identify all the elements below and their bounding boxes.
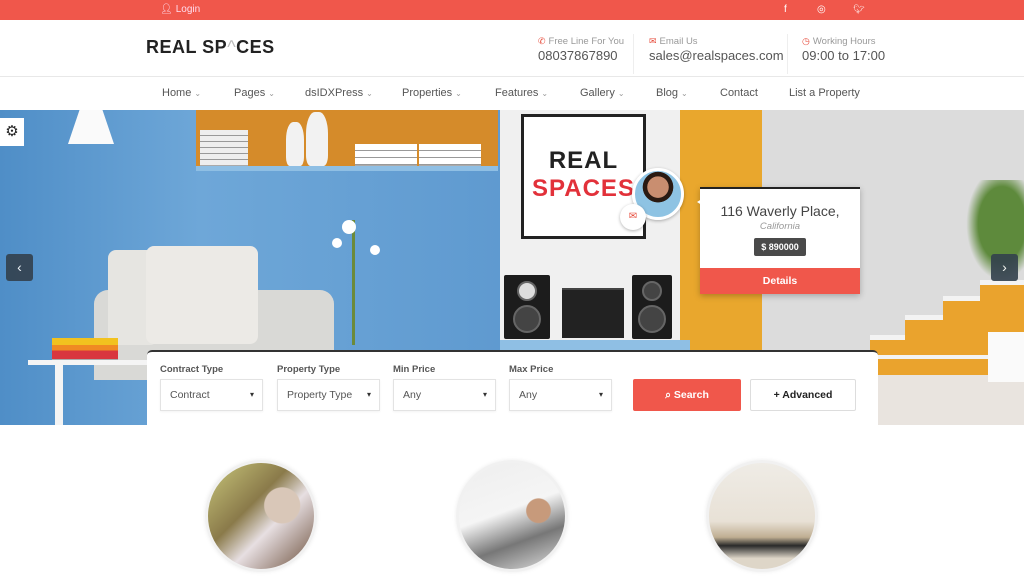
nav-item-properties[interactable]: Properties ⌄ — [402, 87, 462, 99]
nav-item-features[interactable]: Features ⌄ — [495, 87, 548, 99]
chevron-down-icon: ⌄ — [194, 89, 202, 98]
divider — [633, 34, 634, 74]
cushion — [146, 246, 258, 344]
caret-down-icon: ▾ — [598, 390, 603, 399]
chevron-down-icon: ⌄ — [617, 89, 625, 98]
site-header: REAL SP^CES ✆ Free Line For You 080378678… — [0, 20, 1024, 77]
business-meeting-image[interactable] — [456, 460, 568, 572]
shelf-ledge — [196, 166, 498, 171]
clock-icon: ◷ — [802, 36, 810, 46]
chevron-down-icon: ⌄ — [455, 89, 462, 98]
top-bar: 👤︎ Login f ◎ 🐦︎ — [0, 0, 1024, 20]
chevron-down-icon: ⌄ — [541, 89, 549, 98]
login-link[interactable]: 👤︎ Login — [160, 4, 200, 15]
property-card: 116 Waverly Place, California $ 890000 D… — [697, 187, 860, 294]
property-search-form: Contract Type Contract ▾ Property Type Pr… — [147, 350, 878, 425]
advanced-search-button[interactable]: + Advanced — [750, 379, 856, 411]
slider-next-button[interactable]: › — [991, 254, 1018, 281]
speaker-image — [632, 275, 672, 339]
flower — [332, 238, 342, 248]
twitter-icon[interactable]: 🐦︎ — [853, 4, 864, 15]
chevron-down-icon: ⌄ — [268, 89, 275, 98]
books-image — [52, 338, 118, 360]
max-price-select[interactable]: Any ▾ — [509, 379, 612, 411]
speaker-image — [504, 275, 550, 339]
site-logo[interactable]: REAL SP^CES — [146, 37, 275, 58]
living-room-image[interactable] — [706, 460, 818, 572]
tv-stand — [500, 340, 690, 350]
phone-icon: ✆ — [538, 36, 546, 46]
main-nav: Home ⌄ Pages ⌄ dsIDXPress ⌄ Properties ⌄ Fea… — [0, 77, 1024, 110]
envelope-icon: ✉ — [649, 36, 657, 46]
property-type-field: Property Type Property Type ▾ — [277, 364, 380, 411]
contract-type-field: Contract Type Contract ▾ — [160, 364, 263, 411]
min-price-field: Min Price Any ▾ — [393, 364, 496, 411]
caret-down-icon: ▾ — [249, 390, 254, 399]
caret-down-icon: ▾ — [482, 390, 487, 399]
search-button[interactable]: ⌕ Search — [633, 379, 741, 411]
slider-prev-button[interactable]: ‹ — [6, 254, 33, 281]
nav-item-gallery[interactable]: Gallery ⌄ — [580, 87, 625, 99]
flower — [342, 220, 356, 234]
caret-down-icon: ▾ — [366, 390, 371, 399]
nav-item-dsidxpress[interactable]: dsIDXPress ⌄ — [305, 87, 373, 99]
user-icon: 👤︎ — [160, 4, 173, 15]
facebook-icon[interactable]: f — [784, 4, 787, 15]
side-table-leg — [55, 365, 63, 425]
nav-item-pages[interactable]: Pages ⌄ — [234, 87, 275, 99]
property-price: $ 890000 — [754, 238, 806, 256]
flower — [370, 245, 380, 255]
chevron-down-icon: ⌄ — [366, 89, 373, 98]
nav-item-contact[interactable]: Contact — [720, 87, 758, 99]
amplifier-image — [562, 288, 624, 338]
property-city: California — [759, 221, 801, 232]
contact-email: ✉ Email Us sales@realspaces.com — [649, 36, 784, 63]
instagram-icon[interactable]: ◎ — [817, 4, 826, 15]
divider — [787, 34, 788, 74]
phone-number: 08037867890 — [538, 48, 618, 63]
gear-icon[interactable]: ⚙ — [0, 118, 24, 146]
chevron-down-icon: ⌄ — [681, 89, 688, 98]
nav-item-blog[interactable]: Blog ⌄ — [656, 87, 688, 99]
mail-icon[interactable]: ✉ — [620, 204, 646, 230]
contract-type-select[interactable]: Contract ▾ — [160, 379, 263, 411]
books-image — [419, 144, 481, 166]
stair — [876, 355, 1006, 375]
min-price-select[interactable]: Any ▾ — [393, 379, 496, 411]
woman-with-laptop-image[interactable] — [205, 460, 317, 572]
vase-image — [306, 112, 328, 166]
details-button[interactable]: Details — [700, 268, 860, 294]
login-label: Login — [175, 4, 201, 15]
property-type-select[interactable]: Property Type ▾ — [277, 379, 380, 411]
side-table — [28, 360, 148, 365]
working-hours: 09:00 to 17:00 — [802, 48, 886, 63]
contact-phone: ✆ Free Line For You 08037867890 — [538, 36, 625, 63]
contact-hours: ◷ Working Hours 09:00 to 17:00 — [802, 36, 886, 63]
plant-pot — [988, 332, 1024, 382]
max-price-field: Max Price Any ▾ — [509, 364, 612, 411]
orchid-image — [352, 220, 355, 345]
vase-image — [286, 122, 304, 166]
books-image — [355, 144, 417, 166]
property-address: 116 Waverly Place, — [720, 203, 840, 219]
books-image — [200, 130, 248, 166]
email-address[interactable]: sales@realspaces.com — [649, 48, 784, 63]
nav-item-home[interactable]: Home ⌄ — [162, 87, 201, 99]
nav-item-list-property[interactable]: List a Property — [789, 87, 860, 99]
